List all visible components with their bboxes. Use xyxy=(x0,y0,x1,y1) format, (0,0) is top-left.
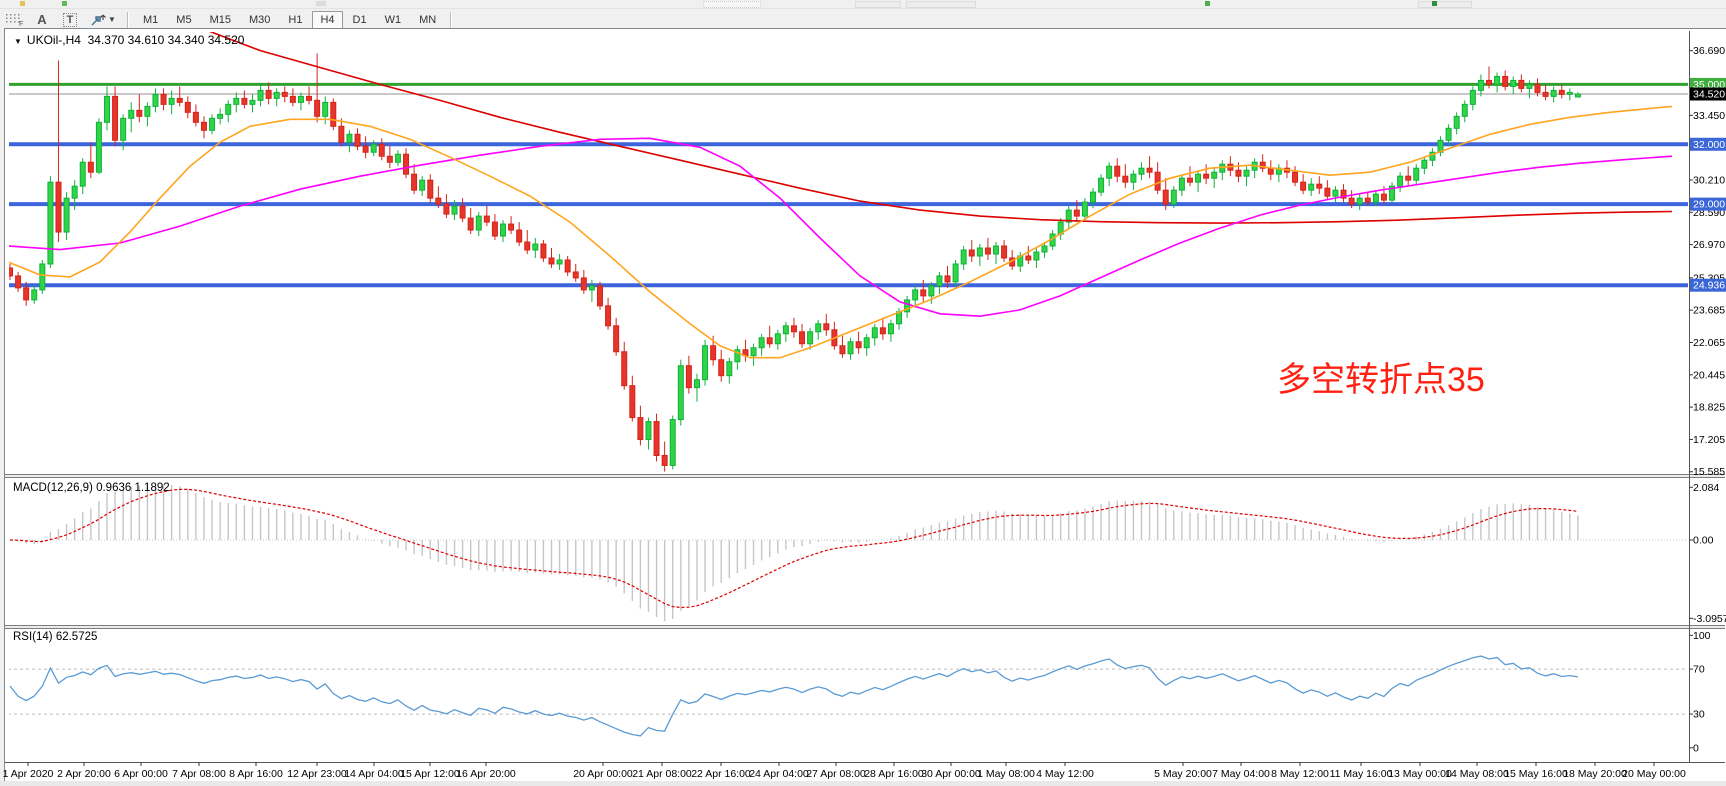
svg-text:30 Apr 00:00: 30 Apr 00:00 xyxy=(921,768,981,780)
svg-text:18.825: 18.825 xyxy=(1693,402,1725,414)
rsi-indicator-label: RSI(14) 62.5725 xyxy=(13,631,97,643)
svg-text:16 Apr 20:00: 16 Apr 20:00 xyxy=(456,768,516,780)
svg-text:6 Apr 00:00: 6 Apr 00:00 xyxy=(114,768,168,780)
svg-text:18 May 20:00: 18 May 20:00 xyxy=(1563,768,1627,780)
window-bottom-edge xyxy=(0,781,1726,786)
svg-text:0: 0 xyxy=(1693,742,1699,754)
svg-text:8 May 12:00: 8 May 12:00 xyxy=(1271,768,1329,780)
svg-text:20 Apr 00:00: 20 Apr 00:00 xyxy=(573,768,633,780)
svg-text:26.970: 26.970 xyxy=(1693,239,1725,251)
svg-text:2 Apr 20:00: 2 Apr 20:00 xyxy=(57,768,111,780)
svg-text:23.685: 23.685 xyxy=(1693,305,1725,317)
svg-text:2.084: 2.084 xyxy=(1693,482,1719,494)
svg-text:4 May 12:00: 4 May 12:00 xyxy=(1036,768,1094,780)
svg-text:0.00: 0.00 xyxy=(1693,535,1714,547)
chart-text-annotation: 多空转折点35 xyxy=(1277,361,1485,399)
svg-text:7 May 04:00: 7 May 04:00 xyxy=(1212,768,1270,780)
svg-text:17.205: 17.205 xyxy=(1693,434,1725,446)
svg-text:-3.0957: -3.0957 xyxy=(1693,613,1726,625)
mt4-application-window: F A T ▼ M1M5M15M30H1H4D1W1MN 36.69033.45… xyxy=(0,0,1726,786)
svg-text:14 Apr 04:00: 14 Apr 04:00 xyxy=(344,768,404,780)
svg-text:15.585: 15.585 xyxy=(1693,466,1725,478)
svg-text:100: 100 xyxy=(1693,630,1711,642)
svg-text:30.210: 30.210 xyxy=(1693,174,1725,186)
svg-text:70: 70 xyxy=(1693,664,1705,676)
svg-text:22.065: 22.065 xyxy=(1693,337,1725,349)
macd-indicator-label: MACD(12,26,9) 0.9636 1.1892 xyxy=(13,482,170,494)
svg-text:24 Apr 04:00: 24 Apr 04:00 xyxy=(749,768,809,780)
svg-text:11 May 16:00: 11 May 16:00 xyxy=(1330,768,1393,780)
svg-text:21 Apr 08:00: 21 Apr 08:00 xyxy=(632,768,692,780)
svg-text:15 Apr 12:00: 15 Apr 12:00 xyxy=(400,768,460,780)
svg-text:27 Apr 08:00: 27 Apr 08:00 xyxy=(806,768,866,780)
svg-text:24.936: 24.936 xyxy=(1693,280,1725,292)
svg-text:1 Apr 2020: 1 Apr 2020 xyxy=(3,768,54,780)
svg-text:7 Apr 08:00: 7 Apr 08:00 xyxy=(172,768,226,780)
svg-text:30: 30 xyxy=(1693,709,1705,721)
svg-text:13 May 00:00: 13 May 00:00 xyxy=(1388,768,1452,780)
svg-text:33.450: 33.450 xyxy=(1693,110,1725,122)
chart-menu-icon[interactable]: ▼ xyxy=(14,37,22,46)
svg-text:20 May 00:00: 20 May 00:00 xyxy=(1622,768,1686,780)
svg-text:20.445: 20.445 xyxy=(1693,369,1725,381)
svg-text:29.000: 29.000 xyxy=(1693,199,1725,211)
svg-text:15 May 16:00: 15 May 16:00 xyxy=(1504,768,1568,780)
svg-text:36.690: 36.690 xyxy=(1693,45,1725,57)
svg-text:34.520: 34.520 xyxy=(1693,88,1725,100)
chart-ohlc-values: 34.370 34.610 34.340 34.520 xyxy=(88,33,245,47)
svg-text:12 Apr 23:00: 12 Apr 23:00 xyxy=(287,768,347,780)
svg-text:14 May 08:00: 14 May 08:00 xyxy=(1445,768,1509,780)
chart-title: ▼ UKOil-,H4 34.370 34.610 34.340 34.520 xyxy=(14,33,244,47)
svg-text:5 May 20:00: 5 May 20:00 xyxy=(1154,768,1212,780)
svg-text:22 Apr 16:00: 22 Apr 16:00 xyxy=(691,768,751,780)
svg-text:32.000: 32.000 xyxy=(1693,139,1725,151)
svg-text:28 Apr 16:00: 28 Apr 16:00 xyxy=(864,768,924,780)
chart-symbol-period: UKOil-,H4 xyxy=(27,33,81,47)
svg-text:1 May 08:00: 1 May 08:00 xyxy=(977,768,1035,780)
svg-text:8 Apr 16:00: 8 Apr 16:00 xyxy=(229,768,283,780)
